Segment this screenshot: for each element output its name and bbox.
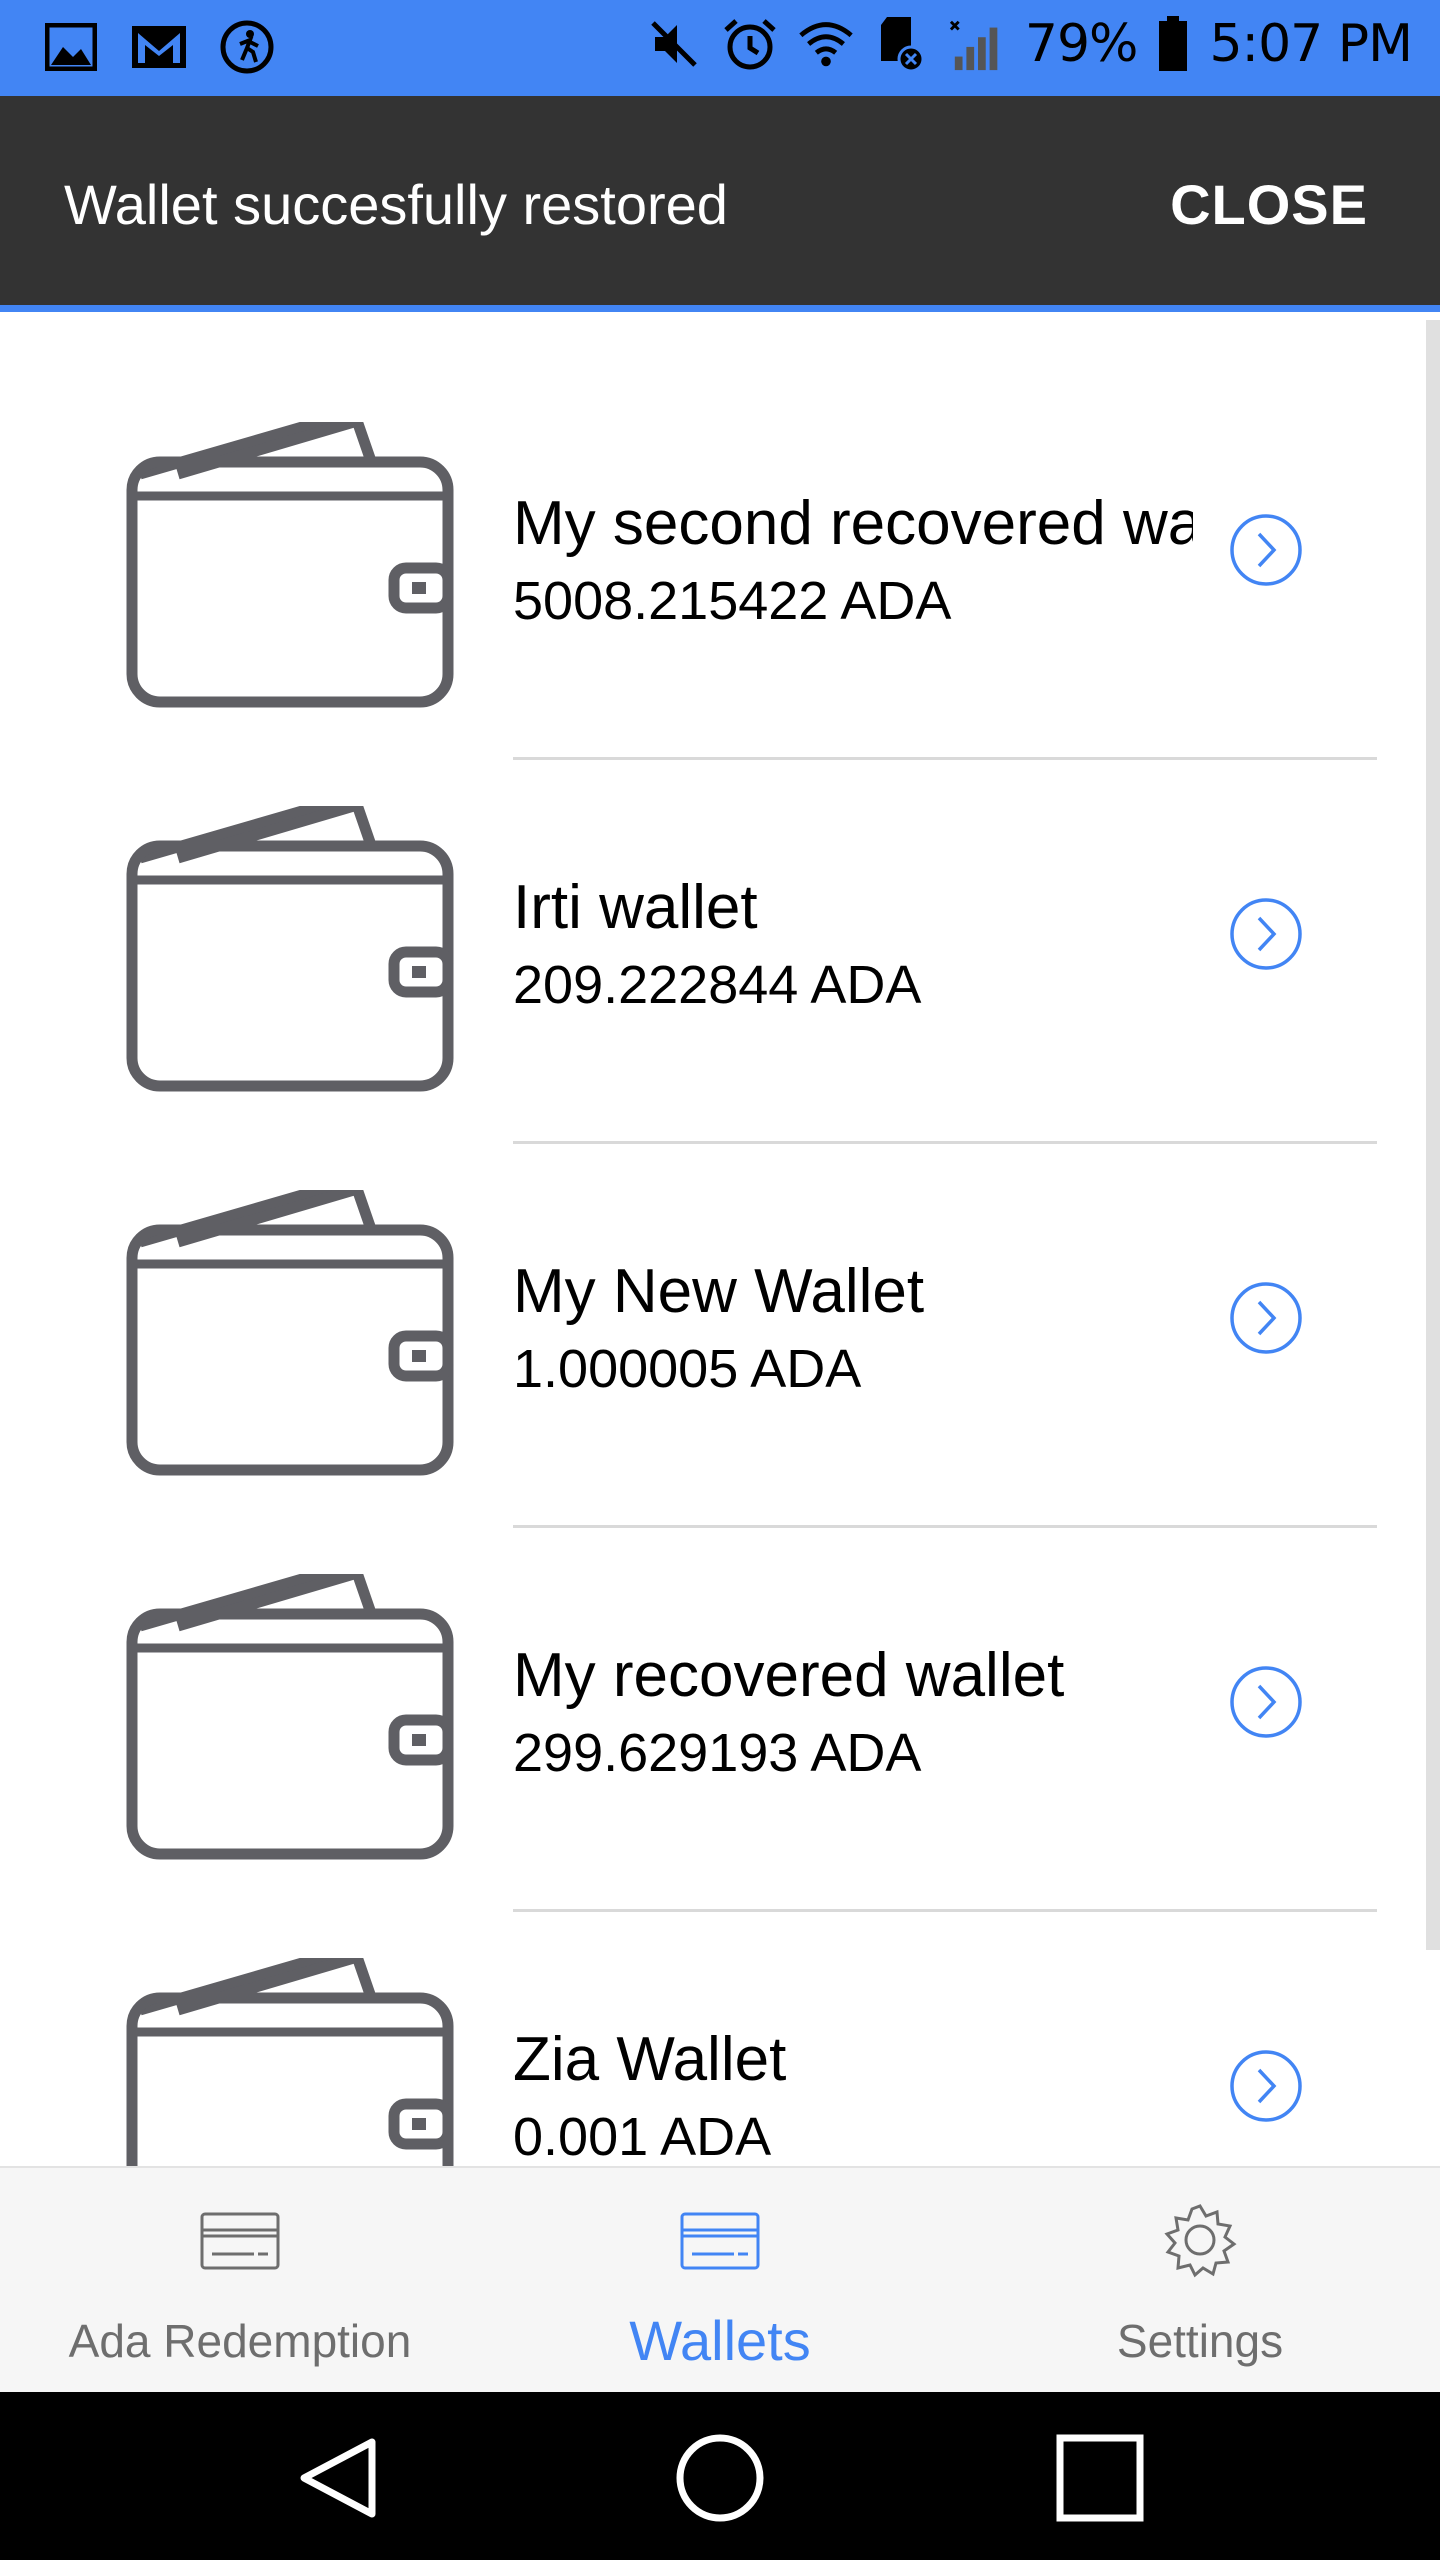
wallet-balance: 1.000005 ADA <box>513 1339 862 1399</box>
wallet-card-icon <box>680 2212 760 2270</box>
chevron-right-icon[interactable] <box>1228 512 1304 588</box>
mute-icon <box>645 15 703 73</box>
wallet-icon <box>126 1190 454 1476</box>
nav-label: Settings <box>1116 2315 1284 2367</box>
alarm-icon <box>721 15 779 73</box>
nav-ada-redemption[interactable]: Ada Redemption <box>0 2168 480 2394</box>
wallet-balance: 5008.215422 ADA <box>513 571 952 631</box>
chevron-right-icon[interactable] <box>1228 1280 1304 1356</box>
card-icon <box>200 2212 280 2270</box>
sd-card-icon <box>873 15 931 73</box>
wallet-row[interactable]: My recovered wallet 299.629193 ADA <box>0 1464 1440 1912</box>
wallet-name: Zia Wallet <box>513 2025 787 2094</box>
gear-icon <box>1164 2204 1237 2278</box>
wallet-icon <box>126 1958 454 2166</box>
wallet-name: My recovered wallet <box>513 1641 1065 1710</box>
wallet-balance: 299.629193 ADA <box>513 1723 922 1783</box>
wallet-row[interactable]: My New Wallet 1.000005 ADA <box>0 1080 1440 1528</box>
wallet-name: My second recovered wallet <box>513 489 1193 558</box>
wallet-row[interactable]: Irti wallet 209.222844 ADA <box>0 696 1440 1144</box>
system-nav-bar <box>0 2392 1440 2560</box>
chevron-right-icon[interactable] <box>1228 2048 1304 2124</box>
wallet-row[interactable]: My second recovered wallet 5008.215422 A… <box>0 312 1440 760</box>
snackbar-message: Wallet succesfully restored <box>64 173 728 236</box>
gmail-icon <box>130 18 188 76</box>
status-bar: 79% 5:07 PM <box>0 0 1440 96</box>
signal-icon <box>949 15 1007 73</box>
wallet-row[interactable]: Zia Wallet 0.001 ADA <box>0 1848 1440 2166</box>
wallet-icon <box>126 422 454 708</box>
nav-label: Ada Redemption <box>68 2315 412 2367</box>
wallet-name: Irti wallet <box>513 873 758 942</box>
battery-percent: 79% <box>1024 14 1139 74</box>
recents-icon[interactable] <box>1052 2430 1148 2526</box>
clock: 5:07 PM <box>1209 14 1413 74</box>
snackbar-close-button[interactable]: CLOSE <box>1170 172 1368 237</box>
nav-settings[interactable]: Settings <box>960 2168 1440 2394</box>
nav-label: Wallets <box>629 2309 811 2372</box>
chevron-right-icon[interactable] <box>1228 1664 1304 1740</box>
wallet-list[interactable]: My second recovered wallet 5008.215422 A… <box>0 312 1440 2166</box>
gallery-icon <box>42 18 100 76</box>
chevron-right-icon[interactable] <box>1228 896 1304 972</box>
nav-wallets[interactable]: Wallets <box>480 2168 960 2394</box>
snackbar: Wallet succesfully restored CLOSE <box>0 96 1440 312</box>
home-icon[interactable] <box>672 2430 768 2526</box>
wallet-icon <box>126 806 454 1092</box>
wallet-balance: 209.222844 ADA <box>513 955 922 1015</box>
wallet-icon <box>126 1574 454 1860</box>
wallet-balance: 0.001 ADA <box>513 2107 772 2166</box>
fitness-icon <box>218 18 276 76</box>
wifi-icon <box>797 15 855 73</box>
back-icon[interactable] <box>292 2430 388 2526</box>
wallet-name: My New Wallet <box>513 1257 925 1326</box>
bottom-nav: Ada Redemption Wallets Settings <box>0 2166 1440 2392</box>
battery-icon <box>1155 15 1191 73</box>
